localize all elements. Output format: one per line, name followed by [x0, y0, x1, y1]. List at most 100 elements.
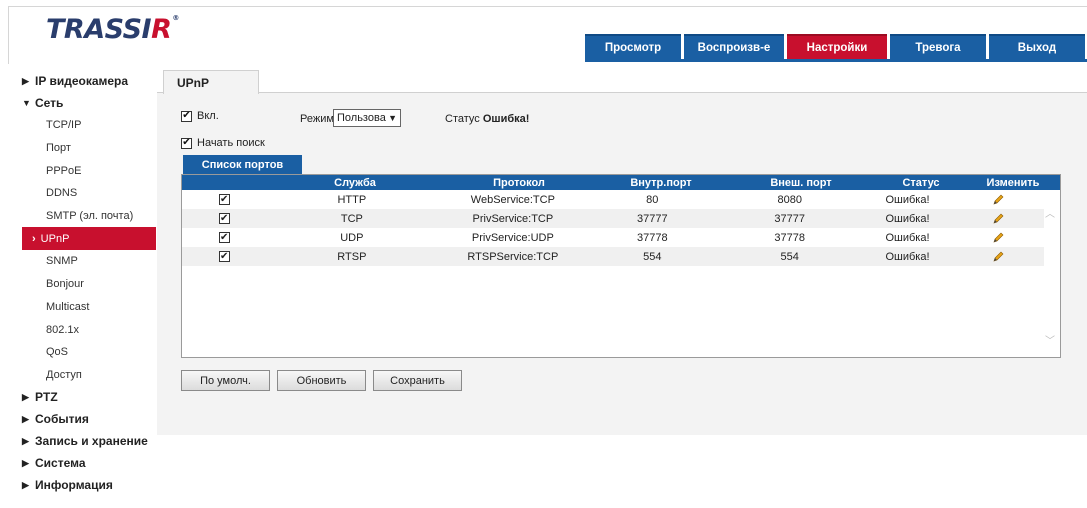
- cell-service: UDP: [340, 231, 364, 244]
- collapsed-triangle-icon: ▶: [22, 391, 29, 402]
- header-cell-service: Служба: [334, 176, 376, 189]
- scroll-down-icon[interactable]: ﹀: [1045, 332, 1055, 347]
- sidebar-group-label: PTZ: [35, 390, 58, 405]
- sidebar-group-label: Система: [35, 456, 86, 471]
- header-cell-external-port: Внеш. порт: [770, 176, 832, 189]
- sidebar-group-ip-camera[interactable]: ▶ IP видеокамера: [22, 70, 156, 92]
- table-row: ✔ UDP PrivService:UDP 37778 37778 Ошибка…: [182, 228, 1044, 247]
- nav-tab-logout[interactable]: Выход: [989, 34, 1085, 59]
- tab-upnp[interactable]: UPnP: [163, 70, 259, 94]
- collapsed-triangle-icon: ▶: [22, 435, 29, 446]
- sidebar-item-tcpip[interactable]: TCP/IP: [22, 114, 156, 137]
- save-button[interactable]: Сохранить: [373, 370, 462, 391]
- cell-external-port: 37777: [774, 212, 805, 225]
- pencil-icon[interactable]: [991, 250, 1005, 264]
- cell-service: HTTP: [337, 193, 367, 206]
- nav-tab-alarm[interactable]: Тревога: [890, 34, 986, 59]
- sidebar-item-bonjour[interactable]: Bonjour: [22, 273, 156, 296]
- cell-protocol: PrivService:TCP: [472, 212, 554, 225]
- sidebar-item-label: UPnP: [40, 232, 70, 245]
- cell-service: RTSP: [337, 250, 367, 263]
- sidebar-group-events[interactable]: ▶ События: [22, 408, 156, 430]
- sidebar-group-ptz[interactable]: ▶ PTZ: [22, 386, 156, 408]
- sidebar-group-label: IP видеокамера: [35, 74, 129, 88]
- header-cell-edit: Изменить: [986, 176, 1040, 189]
- nav-tab-playback[interactable]: Воспроизв-е: [684, 34, 784, 59]
- row-checkbox[interactable]: ✔: [218, 213, 230, 224]
- pencil-icon[interactable]: [991, 193, 1005, 207]
- sidebar-item-pppoe[interactable]: PPPoE: [22, 159, 156, 182]
- nav-tab-settings[interactable]: Настройки: [787, 34, 887, 59]
- pencil-icon[interactable]: [991, 231, 1005, 245]
- header-border-left: [8, 6, 9, 64]
- cell-protocol: WebService:TCP: [470, 193, 555, 206]
- tab-port-list[interactable]: Список портов: [183, 155, 302, 174]
- status-text: Статус Ошибка!: [445, 113, 529, 125]
- cell-protocol: PrivService:UDP: [471, 231, 554, 244]
- sidebar-item-port[interactable]: Порт: [22, 137, 156, 160]
- sidebar-group-network[interactable]: ▼ Сеть: [22, 92, 156, 114]
- row-checkbox[interactable]: ✔: [218, 232, 230, 243]
- table-header: Служба Протокол Внутр.порт Внеш. порт Ст…: [182, 175, 1060, 190]
- sidebar-item-multicast[interactable]: Multicast: [22, 296, 156, 319]
- enable-checkbox[interactable]: ✔: [181, 110, 192, 122]
- action-buttons: По умолч. Обновить Сохранить: [181, 370, 462, 391]
- cell-status: Ошибка!: [885, 231, 930, 244]
- sidebar-item-access[interactable]: Доступ: [22, 364, 156, 387]
- sidebar-group-recording[interactable]: ▶ Запись и хранение: [22, 430, 156, 452]
- edit-cell: [952, 190, 1044, 209]
- cell-external-port: 37778: [774, 231, 805, 244]
- header-cell-select: [182, 175, 268, 190]
- scroll-up-icon[interactable]: ︿: [1045, 205, 1055, 220]
- row-checkbox-cell: ✔: [182, 209, 266, 228]
- sidebar-group-label: Информация: [35, 478, 113, 493]
- enable-label: Вкл.: [197, 110, 219, 122]
- port-table: Служба Протокол Внутр.порт Внеш. порт Ст…: [181, 174, 1061, 358]
- cell-internal-port: 37778: [636, 231, 668, 244]
- sidebar-item-ddns[interactable]: DDNS: [22, 182, 156, 205]
- sidebar-item-qos[interactable]: QoS: [22, 341, 156, 364]
- sidebar-group-info[interactable]: ▶ Информация: [22, 474, 156, 496]
- row-checkbox-cell: ✔: [182, 190, 266, 209]
- edit-cell: [952, 247, 1044, 266]
- edit-cell: [952, 228, 1044, 247]
- search-checkbox[interactable]: ✔: [181, 137, 192, 149]
- sidebar: ▶ IP видеокамера ▼ Сеть TCP/IP Порт PPPoE …: [22, 70, 156, 496]
- collapsed-triangle-icon: ▶: [22, 75, 29, 86]
- row-checkbox-cell: ✔: [182, 228, 266, 247]
- cell-protocol: RTSPService:TCP: [467, 250, 559, 263]
- row-checkbox-cell: ✔: [182, 247, 266, 266]
- row-checkbox[interactable]: ✔: [218, 251, 230, 262]
- mode-select[interactable]: Пользова ▼: [333, 109, 401, 127]
- default-button[interactable]: По умолч.: [181, 370, 270, 391]
- refresh-button[interactable]: Обновить: [277, 370, 366, 391]
- nav-underline: [585, 59, 1087, 62]
- sidebar-group-label: Запись и хранение: [35, 434, 148, 449]
- collapsed-triangle-icon: ▶: [22, 413, 29, 424]
- enable-row: ✔ Вкл.: [181, 110, 219, 122]
- cell-external-port: 8080: [777, 193, 802, 206]
- mode-label: Режим: [300, 113, 334, 125]
- header-cell-internal-port: Внутр.порт: [630, 176, 692, 189]
- cell-internal-port: 554: [643, 250, 662, 263]
- cell-internal-port: 80: [646, 193, 659, 206]
- expanded-triangle-icon: ▼: [22, 98, 31, 108]
- sidebar-group-system[interactable]: ▶ Система: [22, 452, 156, 474]
- edit-cell: [952, 209, 1044, 228]
- sidebar-item-8021x[interactable]: 802.1x: [22, 318, 156, 341]
- cell-status: Ошибка!: [885, 212, 930, 225]
- table-row: ✔ RTSP RTSPService:TCP 554 554 Ошибка!: [182, 247, 1044, 266]
- sidebar-item-snmp[interactable]: SNMP: [22, 250, 156, 273]
- status-value: Ошибка!: [482, 113, 530, 125]
- sidebar-item-upnp[interactable]: › UPnP: [22, 227, 156, 251]
- search-label: Начать поиск: [197, 137, 265, 149]
- top-navigation: Просмотр Воспроизв-е Настройки Тревога В…: [585, 34, 1085, 59]
- cell-service: TCP: [340, 212, 363, 225]
- header-border: [8, 6, 1087, 7]
- cell-external-port: 554: [780, 250, 799, 263]
- pencil-icon[interactable]: [991, 212, 1005, 226]
- nav-tab-live-view[interactable]: Просмотр: [585, 34, 681, 59]
- collapsed-triangle-icon: ▶: [22, 479, 29, 490]
- sidebar-item-smtp[interactable]: SMTP (эл. почта): [22, 205, 156, 228]
- row-checkbox[interactable]: ✔: [218, 194, 230, 205]
